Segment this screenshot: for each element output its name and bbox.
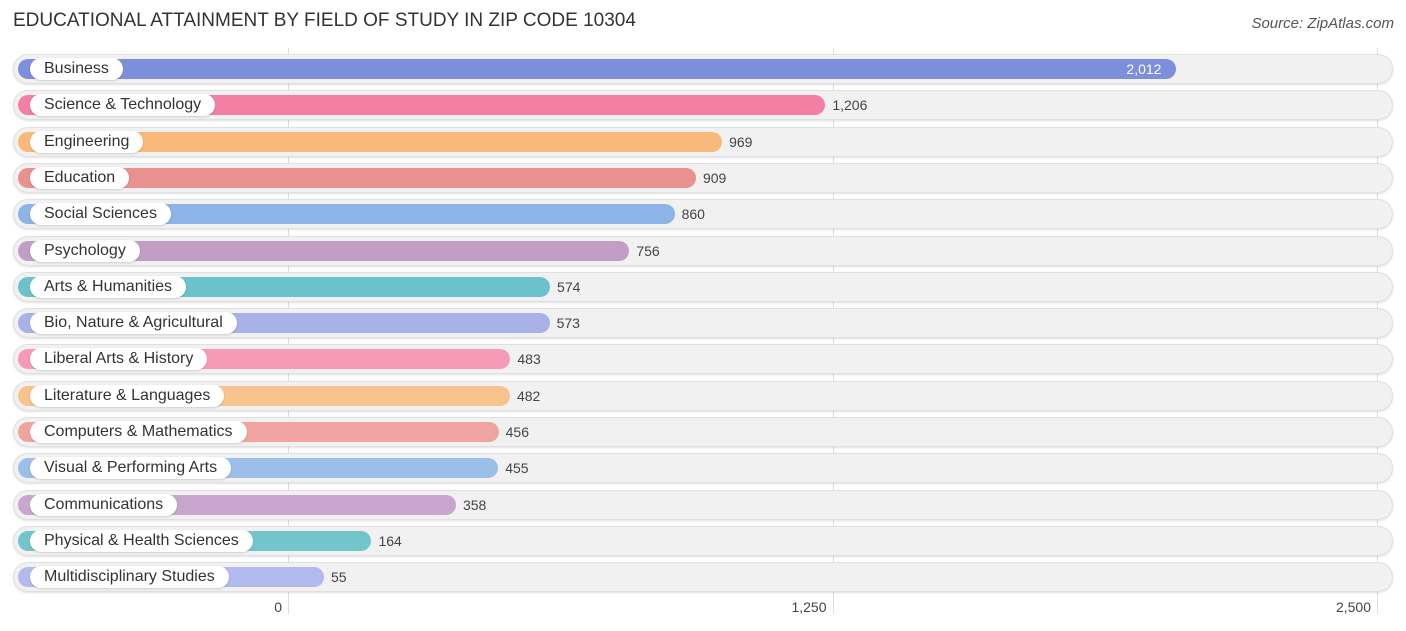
category-label: Physical & Health Sciences bbox=[30, 529, 253, 552]
source-label: Source: ZipAtlas.com bbox=[1251, 15, 1394, 32]
x-tick-label: 1,250 bbox=[791, 599, 827, 615]
value-label: 574 bbox=[557, 278, 581, 295]
value-label: 483 bbox=[517, 351, 541, 368]
category-label: Engineering bbox=[30, 130, 144, 153]
category-label: Visual & Performing Arts bbox=[30, 457, 232, 480]
x-tick-label: 2,500 bbox=[1335, 599, 1371, 615]
bar bbox=[18, 59, 1177, 79]
value-label: 1,206 bbox=[832, 97, 868, 114]
category-label: Literature & Languages bbox=[30, 384, 225, 407]
category-label: Psychology bbox=[30, 239, 140, 262]
category-label: Liberal Arts & History bbox=[30, 348, 208, 371]
value-label: 969 bbox=[729, 133, 753, 150]
category-label: Computers & Mathematics bbox=[30, 421, 247, 443]
value-label: 860 bbox=[681, 206, 705, 223]
value-label: 55 bbox=[330, 569, 347, 586]
value-label: 909 bbox=[702, 169, 727, 186]
value-label: 358 bbox=[462, 496, 487, 513]
category-label: Arts & Humanities bbox=[30, 275, 187, 298]
category-label: Business bbox=[30, 58, 123, 80]
value-label: 482 bbox=[516, 387, 541, 404]
x-tick-label: 0 bbox=[274, 599, 282, 615]
chart-title: EDUCATIONAL ATTAINMENT BY FIELD OF STUDY… bbox=[13, 10, 636, 31]
category-label: Bio, Nature & Agricultural bbox=[30, 312, 237, 335]
category-label: Communications bbox=[30, 493, 178, 516]
value-label: 455 bbox=[505, 460, 529, 477]
value-label: 756 bbox=[636, 242, 660, 259]
value-label: 2,012 bbox=[1126, 61, 1162, 77]
category-label: Multidisciplinary Studies bbox=[30, 566, 229, 589]
category-label: Education bbox=[30, 166, 130, 189]
category-label: Social Sciences bbox=[30, 203, 171, 226]
category-label: Science & Technology bbox=[30, 94, 216, 117]
value-label: 456 bbox=[505, 424, 529, 440]
value-label: 573 bbox=[556, 315, 580, 332]
value-label: 164 bbox=[378, 532, 402, 549]
